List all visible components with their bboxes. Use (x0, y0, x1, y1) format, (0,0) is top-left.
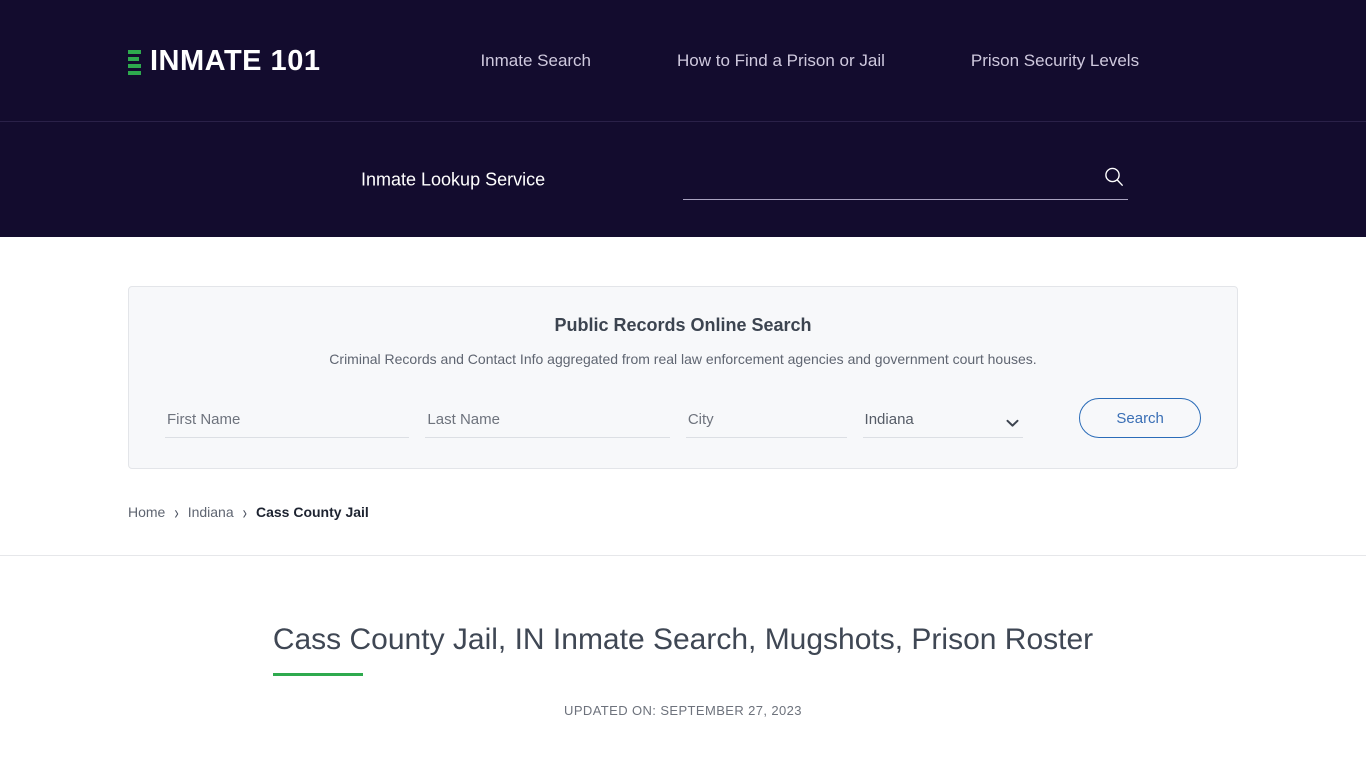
page-title-text: Cass County Jail, IN Inmate Search, Mugs… (272, 623, 1094, 656)
site-logo[interactable]: INMATE 101 (128, 46, 320, 76)
breadcrumb-item-current: Cass County Jail (255, 504, 369, 520)
state-select[interactable]: Indiana (862, 411, 1024, 432)
public-records-card: Public Records Online Search Criminal Re… (128, 286, 1238, 469)
inmate-lookup-bar: Inmate Lookup Service (0, 122, 1366, 237)
lookup-service-label: Inmate Lookup Service (361, 169, 546, 189)
first-name-input[interactable] (165, 411, 410, 432)
logo-text: INMATE 101 (150, 44, 321, 77)
breadcrumb-separator-icon: › (174, 501, 179, 523)
breadcrumb-item-home[interactable]: Home (128, 504, 165, 520)
logo-bars-icon (128, 46, 141, 76)
city-field[interactable] (685, 406, 847, 438)
lookup-search-input[interactable] (683, 161, 1102, 197)
updated-on-text: UPDATED ON: SEPTEMBER 27, 2023 (564, 703, 802, 718)
records-search-button[interactable]: Search (1079, 398, 1202, 438)
title-accent-underline (272, 673, 363, 676)
public-records-title: Public Records Online Search (554, 315, 812, 335)
page-title: Cass County Jail, IN Inmate Search, Mugs… (272, 622, 1094, 676)
public-records-form: Indiana Search (165, 398, 1202, 438)
city-input[interactable] (685, 411, 847, 432)
last-name-input[interactable] (425, 411, 670, 432)
first-name-field[interactable] (165, 406, 410, 438)
breadcrumb: Home › Indiana › Cass County Jail (128, 501, 1238, 555)
main-content: Public Records Online Search Criminal Re… (0, 286, 1366, 555)
state-field[interactable]: Indiana (862, 406, 1024, 438)
nav-item-inmate-search[interactable]: Inmate Search (480, 51, 591, 71)
site-header: INMATE 101 Inmate Search How to Find a P… (0, 0, 1366, 122)
breadcrumb-item-indiana[interactable]: Indiana (188, 504, 234, 520)
page-title-block: Cass County Jail, IN Inmate Search, Mugs… (0, 556, 1366, 718)
main-nav: Inmate Search How to Find a Prison or Ja… (480, 51, 1139, 71)
last-name-field[interactable] (425, 406, 670, 438)
breadcrumb-separator-icon: › (242, 501, 247, 523)
lookup-search-field[interactable] (683, 160, 1128, 200)
nav-item-prison-security-levels[interactable]: Prison Security Levels (971, 51, 1139, 71)
search-icon[interactable] (1102, 165, 1126, 189)
nav-item-how-to-find-a-prison-or-jail[interactable]: How to Find a Prison or Jail (677, 51, 885, 71)
public-records-subtitle: Criminal Records and Contact Info aggreg… (329, 351, 1037, 367)
